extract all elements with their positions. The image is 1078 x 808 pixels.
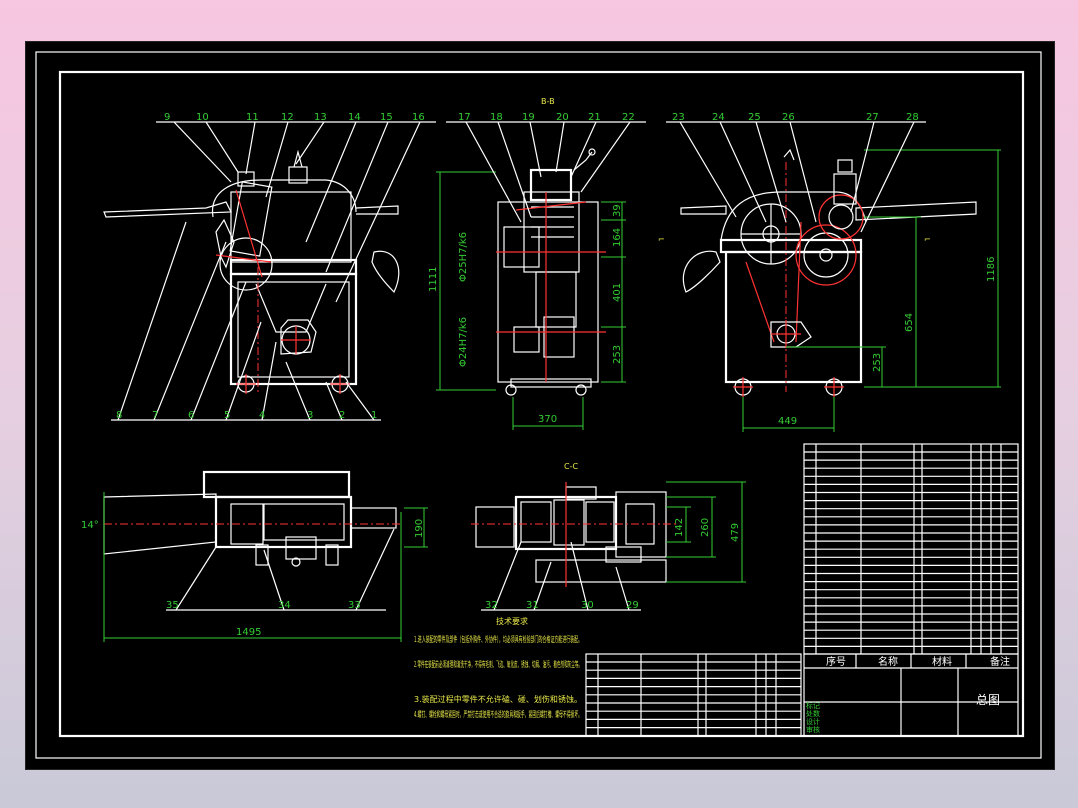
row-label: 审核 xyxy=(806,725,820,734)
view-label: C-C xyxy=(564,462,578,471)
dim-479: 479 xyxy=(730,523,741,542)
col-header: 名称 xyxy=(878,655,898,668)
part-number: 8 xyxy=(116,410,122,421)
dim-253b: 253 xyxy=(872,353,883,372)
cad-drawing-canvas: 9 10 11 12 13 14 15 16 17 18 19 20 21 22… xyxy=(25,41,1055,770)
part-number: 7 xyxy=(152,410,158,421)
part-number: 16 xyxy=(412,112,425,123)
dim-260: 260 xyxy=(700,518,711,537)
part-number: 15 xyxy=(380,112,393,123)
row-label: 设计 xyxy=(806,717,820,726)
part-number: 30 xyxy=(581,600,594,611)
part-number: 9 xyxy=(164,112,170,123)
svg-text:⌐: ⌐ xyxy=(658,235,665,244)
part-number: 11 xyxy=(246,112,259,123)
part-number: 32 xyxy=(485,600,498,611)
drawing-svg: 9 10 11 12 13 14 15 16 17 18 19 20 21 22… xyxy=(35,51,1042,759)
tech-note: 3.装配过程中零件不允许磕、碰、划伤和锈蚀。 xyxy=(414,694,582,704)
part-number: 28 xyxy=(906,112,919,123)
dim-449: 449 xyxy=(778,416,797,427)
part-number: 20 xyxy=(556,112,569,123)
front-view xyxy=(103,121,436,421)
dim-angle: 14° xyxy=(81,520,99,531)
part-number: 34 xyxy=(278,600,291,611)
part-number: 21 xyxy=(588,112,601,123)
part-number: 29 xyxy=(626,600,639,611)
balloons-row-top: 9 10 11 12 13 14 15 16 17 18 19 20 21 22… xyxy=(164,112,919,123)
part-number: 2 xyxy=(339,410,345,421)
part-number: 24 xyxy=(712,112,725,123)
part-number: 14 xyxy=(348,112,361,123)
dim-190: 190 xyxy=(414,519,425,538)
part-number: 19 xyxy=(522,112,535,123)
part-number: 22 xyxy=(622,112,635,123)
dim-dia-lower: Φ24H7/k6 xyxy=(458,317,469,367)
row-label: 处数 xyxy=(806,709,820,718)
part-number: 3 xyxy=(307,410,313,421)
part-number: 13 xyxy=(314,112,327,123)
balloons-row-bottom: 8 7 6 5 4 3 2 1 xyxy=(116,410,377,421)
drawing-title: 总图 xyxy=(976,693,1000,707)
part-number: 10 xyxy=(196,112,209,123)
rear-view: ⌐ ⌐ 1186 654 253 449 xyxy=(658,121,1001,432)
part-number: 5 xyxy=(224,410,230,421)
dim-39: 39 xyxy=(612,204,623,217)
dim-height: 1111 xyxy=(428,267,439,292)
side-section-view: B-B 1111 Φ25H7/k6 Φ24H7/k6 39 164 401 25… xyxy=(428,97,646,430)
col-header: 材料 xyxy=(932,655,952,668)
tech-note: 1.进入装配的零件及部件（包括外购件、外协件），均必须具有检验部门的合格证方能进… xyxy=(414,634,582,644)
title-block: 序号 名称 材料 备注 总图 标记 处数 设计 审核 xyxy=(803,653,1019,737)
part-number: 17 xyxy=(458,112,471,123)
dim-370: 370 xyxy=(538,414,557,425)
col-header: 序号 xyxy=(826,655,846,668)
part-number: 26 xyxy=(782,112,795,123)
part-number: 18 xyxy=(490,112,503,123)
part-number: 23 xyxy=(672,112,685,123)
part-number: 12 xyxy=(281,112,294,123)
part-number: 6 xyxy=(188,410,194,421)
tech-note: 4.螺钉、螺栓和螺母紧固时，严禁打击或使用不合适的旋具和扳手，紧固后螺钉槽、螺母… xyxy=(414,709,582,719)
svg-text:⌐: ⌐ xyxy=(924,235,931,244)
dim-253: 253 xyxy=(612,345,623,364)
dim-1186: 1186 xyxy=(986,257,997,282)
part-number: 1 xyxy=(371,410,377,421)
dim-164: 164 xyxy=(612,228,623,247)
part-number: 33 xyxy=(348,600,361,611)
part-number: 4 xyxy=(259,410,265,421)
part-number: 31 xyxy=(526,600,539,611)
row-label: 标记 xyxy=(806,701,820,710)
dim-654: 654 xyxy=(904,313,915,332)
part-number: 25 xyxy=(748,112,761,123)
technical-requirements: 技术要求 1.进入装配的零件及部件（包括外购件、外协件），均必须具有检验部门的合… xyxy=(414,616,582,719)
part-number: 27 xyxy=(866,112,879,123)
tech-title: 技术要求 xyxy=(496,616,528,626)
outer-frame xyxy=(35,51,1042,759)
part-number: 35 xyxy=(166,600,179,611)
view-label: B-B xyxy=(541,97,555,106)
section-c-view: C-C 142 260 479 32 31 30 29 xyxy=(471,462,746,611)
dim-1495: 1495 xyxy=(236,627,261,638)
dim-dia-upper: Φ25H7/k6 xyxy=(458,232,469,282)
tech-note: 2.零件在装配前必须清理和清洗干净，不得有毛刺、飞边、氧化皮、锈蚀、切屑、油污、… xyxy=(414,659,582,669)
dim-401: 401 xyxy=(612,283,623,302)
col-header: 备注 xyxy=(990,655,1010,668)
plan-view: 1495 14° 190 35 34 33 xyxy=(81,470,428,642)
dim-142: 142 xyxy=(674,518,685,537)
